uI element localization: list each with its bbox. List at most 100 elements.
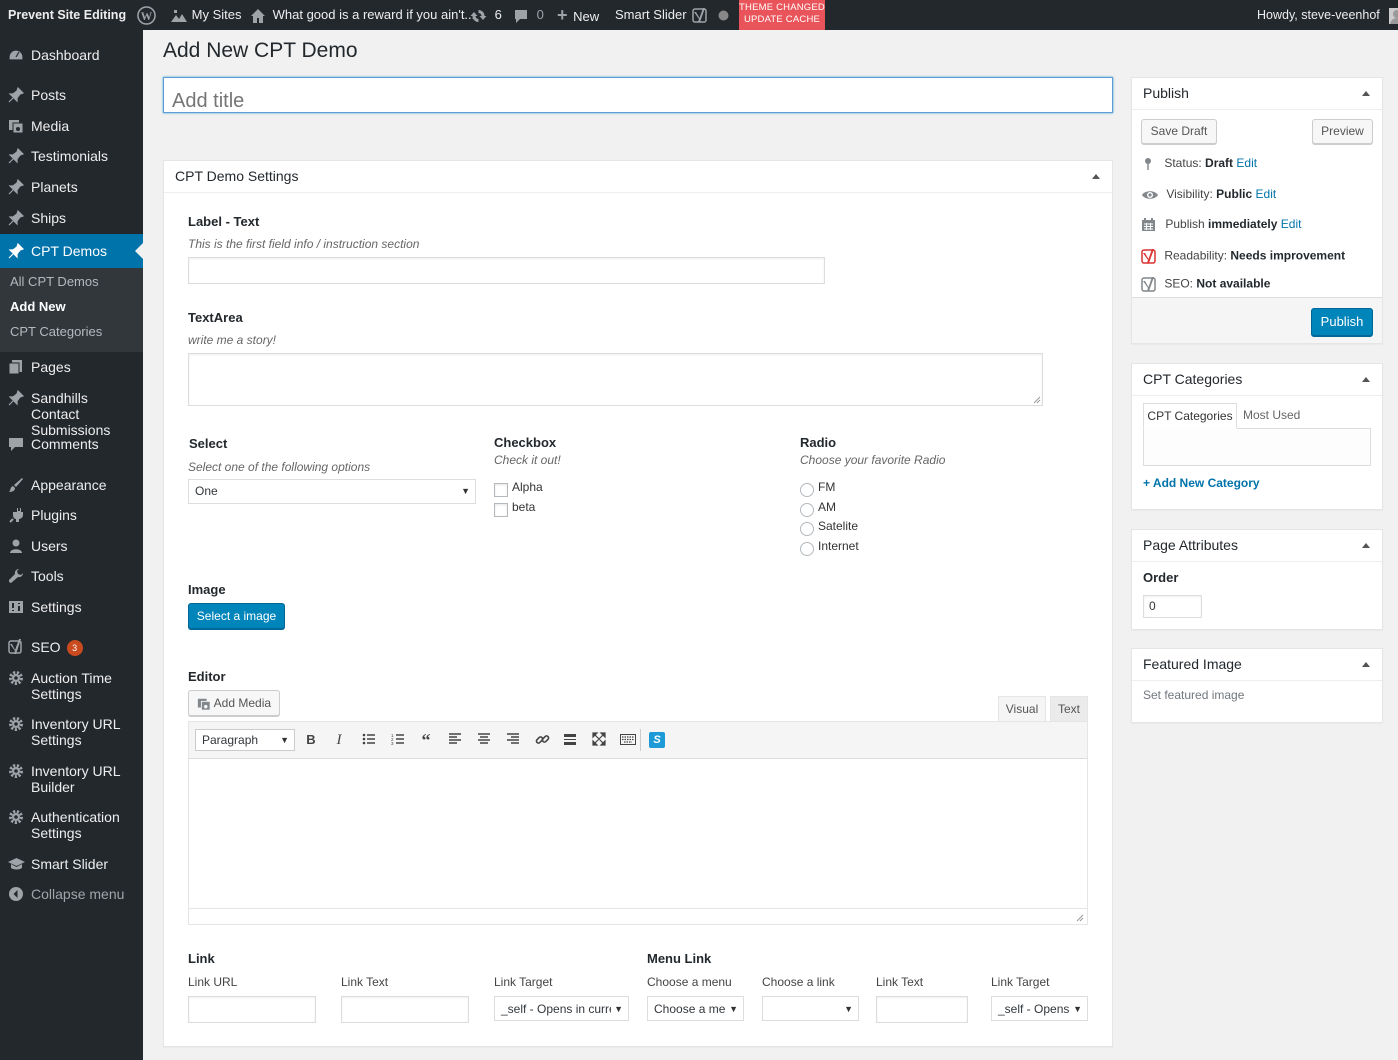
align-left-icon[interactable]	[447, 732, 463, 748]
bullet-list-icon[interactable]	[361, 732, 377, 748]
pin-icon	[8, 389, 25, 406]
publish-button[interactable]: Publish	[1311, 308, 1373, 336]
link-text-input[interactable]	[341, 996, 469, 1023]
menu-sandhills-label: Sandhills Contact Submissions	[31, 390, 111, 438]
blockquote-icon[interactable]: “	[418, 731, 434, 749]
story-textarea[interactable]	[188, 353, 1043, 406]
choose-link-select[interactable]: ▼	[762, 996, 859, 1021]
numbered-list-icon[interactable]: 123	[390, 732, 406, 748]
avatar	[1389, 7, 1398, 24]
smart-slider-insert-icon[interactable]: S	[649, 732, 665, 748]
post-title-input[interactable]	[163, 77, 1113, 113]
wrench-icon	[8, 568, 24, 584]
format-select-value: Paragraph	[202, 733, 259, 747]
howdy-account-menu[interactable]: Howdy, steve-veenhof	[1257, 0, 1398, 30]
pin-icon	[8, 86, 25, 103]
submenu-cpt-categories[interactable]: CPT Categories	[10, 324, 102, 339]
format-select[interactable]: Paragraph ▼	[195, 729, 295, 751]
align-center-icon[interactable]	[476, 732, 492, 748]
menu-users-label: Users	[31, 538, 68, 554]
updates-count: 6	[494, 7, 502, 22]
categories-box-header[interactable]: CPT Categories	[1132, 364, 1382, 396]
media-icon	[8, 118, 24, 134]
svg-text:3: 3	[391, 741, 394, 746]
page-attributes-header[interactable]: Page Attributes	[1132, 530, 1382, 562]
fullscreen-icon[interactable]	[591, 732, 607, 748]
link-target-select[interactable]: _self - Opens in curre ▼	[494, 996, 629, 1021]
tab-most-used[interactable]: Most Used	[1243, 408, 1300, 422]
checkbox-alpha[interactable]	[494, 483, 508, 497]
pin-icon	[8, 242, 25, 259]
edit-publish-date-link[interactable]: Edit	[1281, 217, 1302, 231]
publish-box-header[interactable]: Publish	[1132, 78, 1382, 110]
align-right-icon[interactable]	[505, 732, 521, 748]
read-more-icon[interactable]	[562, 732, 578, 748]
settings-sliders-icon	[8, 599, 24, 615]
order-input[interactable]: 0	[1143, 595, 1202, 618]
radio-satelite[interactable]	[800, 522, 814, 536]
tab-visual[interactable]: Visual	[998, 696, 1046, 721]
label-text-input[interactable]	[188, 257, 825, 284]
submenu-all-cpt-demos[interactable]: All CPT Demos	[10, 274, 99, 289]
edit-visibility-link[interactable]: Edit	[1256, 187, 1277, 201]
collapse-toggle-icon[interactable]	[1362, 377, 1370, 382]
edit-status-link[interactable]: Edit	[1236, 156, 1257, 170]
seo-label-text: SEO	[31, 639, 61, 655]
set-featured-image-link[interactable]: Set featured image	[1143, 688, 1244, 702]
featured-image-header[interactable]: Featured Image	[1132, 649, 1382, 681]
menu-cpt-demos[interactable]: CPT Demos	[0, 234, 143, 268]
visibility-row: Visibility: Public Edit	[1141, 187, 1276, 202]
my-sites-menu[interactable]: My Sites	[170, 0, 241, 30]
wordpress-logo-icon[interactable]: W	[137, 0, 156, 30]
submenu-add-new[interactable]: Add New	[10, 299, 66, 314]
update-cache-button[interactable]: THEME CHANGED UPDATE CACHE	[739, 0, 825, 30]
site-title-link[interactable]: What good is a reward if you ain't...	[250, 0, 475, 30]
options-select[interactable]: One ▼	[188, 479, 476, 504]
preview-button[interactable]: Preview	[1312, 119, 1373, 144]
italic-icon[interactable]: I	[331, 732, 347, 748]
editor-content-area[interactable]	[190, 760, 1086, 908]
comments-link[interactable]: 0	[513, 0, 544, 30]
bold-icon[interactable]: B	[303, 732, 319, 748]
site-name-link[interactable]: Prevent Site Editing	[8, 0, 126, 30]
collapse-arrow-icon	[8, 886, 24, 902]
menu-link-text-input[interactable]	[876, 996, 968, 1023]
link-icon[interactable]	[534, 732, 550, 748]
radio-am[interactable]	[800, 503, 814, 517]
choose-menu-select[interactable]: Choose a meı ▼	[647, 996, 744, 1021]
editor-heading: Editor	[188, 669, 226, 684]
pin-icon	[8, 147, 25, 164]
link-target-value: _self - Opens in curre	[501, 1002, 616, 1016]
updates-link[interactable]: 6	[470, 0, 502, 30]
radio-fm[interactable]	[800, 483, 814, 497]
add-media-button[interactable]: Add Media	[188, 690, 280, 716]
category-checklist[interactable]	[1143, 428, 1371, 466]
collapse-toggle-icon[interactable]	[1362, 662, 1370, 667]
smart-slider-link[interactable]: Smart Slider	[615, 0, 687, 30]
radio-internet[interactable]	[800, 542, 814, 556]
checkbox-beta[interactable]	[494, 503, 508, 517]
menu-dashboard-label: Dashboard	[31, 47, 100, 63]
collapse-toggle-icon[interactable]	[1362, 91, 1370, 96]
link-url-input[interactable]	[188, 996, 316, 1023]
publish-date-row: Publish immediately Edit	[1141, 217, 1301, 232]
new-content-menu[interactable]: + New	[557, 0, 599, 30]
keyboard-toolbar-toggle-icon[interactable]	[620, 732, 636, 748]
new-label: New	[573, 9, 600, 24]
menu-plugins-label: Plugins	[31, 507, 77, 523]
tab-all-categories[interactable]: CPT Categories	[1143, 403, 1237, 429]
cache-line-2: UPDATE CACHE	[743, 14, 821, 25]
checkbox-beta-label: beta	[512, 500, 536, 514]
pages-icon	[8, 359, 24, 375]
collapse-toggle-icon[interactable]	[1362, 543, 1370, 548]
collapse-toggle-icon[interactable]	[1092, 174, 1100, 179]
chevron-down-icon: ▼	[844, 1004, 853, 1014]
graduation-cap-icon	[8, 856, 25, 872]
tab-text[interactable]: Text	[1050, 696, 1088, 721]
add-new-category-link[interactable]: + Add New Category	[1143, 476, 1260, 490]
settings-box-header[interactable]: CPT Demo Settings	[164, 161, 1112, 193]
yoast-icon[interactable]	[692, 0, 708, 30]
save-draft-button[interactable]: Save Draft	[1141, 119, 1217, 144]
menu-link-target-select[interactable]: _self - Opens ▼	[991, 996, 1088, 1021]
select-image-button[interactable]: Select a image	[188, 603, 285, 629]
